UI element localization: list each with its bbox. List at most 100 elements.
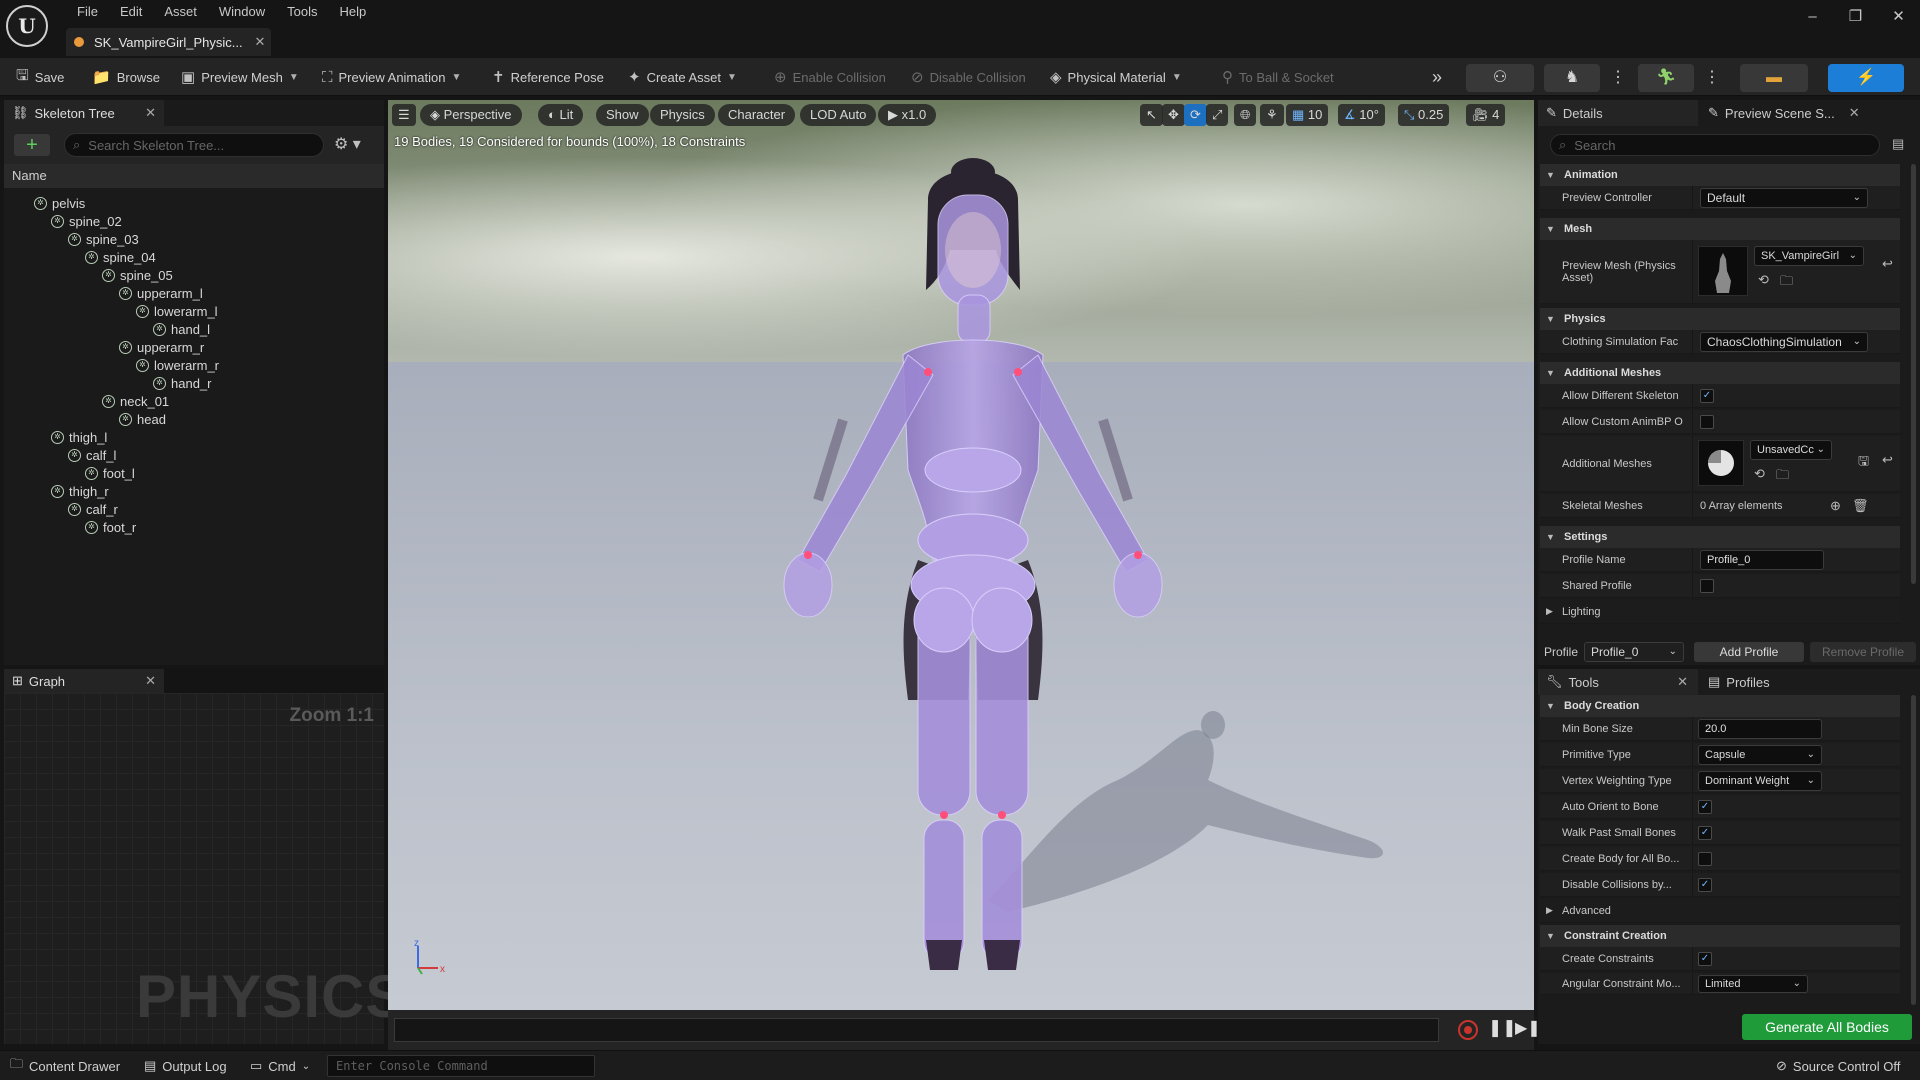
bone-row-thigh-r[interactable]: ✲ thigh_r — [51, 482, 109, 500]
menu-asset[interactable]: Asset — [153, 4, 208, 20]
additional-meshes-dropdown[interactable]: UnsavedCc ⌄ — [1750, 440, 1832, 460]
auto-orient-checkbox[interactable]: ✓ — [1698, 800, 1712, 814]
skeleton-mode-button[interactable]: ⚇ — [1466, 64, 1534, 92]
preview-mesh-dropdown[interactable]: SK_VampireGirl ⌄ — [1754, 246, 1864, 266]
preview-mesh-button[interactable]: ▣ Preview Mesh ▼ — [181, 58, 299, 96]
animation-mode-menu-button[interactable]: ⋮ — [1704, 58, 1720, 96]
enable-collision-button[interactable]: ⊕ Enable Collision — [774, 58, 886, 96]
bone-row-lowerarm-r[interactable]: ✲ lowerarm_r — [136, 356, 219, 374]
name-column-header[interactable]: Name — [4, 164, 384, 188]
console-command-input[interactable]: Enter Console Command — [327, 1055, 595, 1077]
camera-speed-button[interactable]: 🎥︎ 4 — [1466, 104, 1506, 126]
disable-collisions-checkbox[interactable]: ✓ — [1698, 878, 1712, 892]
bone-row-hand-r[interactable]: ✲ hand_r — [153, 374, 211, 392]
perspective-button[interactable]: ◈ Perspective — [420, 104, 522, 126]
details-scrollbar[interactable] — [1911, 164, 1916, 584]
to-ball-socket-button[interactable]: ⚲ To Ball & Socket — [1222, 58, 1334, 96]
play-speed-button[interactable]: ▶ x1.0 — [878, 104, 937, 126]
physics-character[interactable] — [728, 140, 1208, 970]
scale-tool-button[interactable]: ⤢ — [1206, 104, 1229, 126]
cmd-dropdown[interactable]: ▭ Cmd ⌄ — [250, 1051, 310, 1080]
angular-constraint-dropdown[interactable]: Limited ⌄ — [1698, 975, 1808, 993]
bone-row-hand-l[interactable]: ✲ hand_l — [153, 320, 210, 338]
gear-icon[interactable]: ⚙ ▾ — [334, 134, 361, 154]
shared-profile-checkbox[interactable] — [1700, 579, 1714, 593]
section-animation[interactable]: ▼ Animation — [1540, 164, 1900, 186]
show-button[interactable]: Show — [596, 104, 649, 126]
section-physics[interactable]: ▼ Physics — [1540, 308, 1900, 330]
viewport[interactable]: ☰ ◈ Perspective ◐ Lit Show Physics Chara… — [388, 100, 1534, 1010]
walk-past-small-bones-checkbox[interactable]: ✓ — [1698, 826, 1712, 840]
bone-row-lowerarm-l[interactable]: ✲ lowerarm_l — [136, 302, 218, 320]
preview-mesh-thumbnail[interactable] — [1698, 246, 1748, 296]
physics-view-button[interactable]: Physics — [650, 104, 715, 126]
profile-dropdown[interactable]: Profile_0 ⌄ — [1584, 642, 1684, 662]
animation-mode-button[interactable]: 🏃︎ — [1638, 64, 1694, 92]
details-search-input[interactable]: ⌕ Search — [1550, 134, 1880, 156]
min-bone-size-input[interactable]: 20.0 — [1698, 719, 1822, 739]
tools-scrollbar[interactable] — [1911, 695, 1916, 1005]
close-panel-icon[interactable]: ✕ — [145, 673, 156, 689]
step-forward-button[interactable]: ▶❚ — [1515, 1018, 1541, 1038]
allow-different-skeleton-checkbox[interactable]: ✓ — [1700, 389, 1714, 403]
menu-help[interactable]: Help — [328, 4, 377, 20]
mesh-mode-menu-button[interactable]: ⋮ — [1610, 58, 1626, 96]
character-button[interactable]: Character — [718, 104, 796, 126]
grid-snap-button[interactable]: ▦ 10 — [1286, 104, 1329, 126]
close-tab-icon[interactable]: ✕ — [1677, 674, 1688, 690]
trash-icon[interactable]: 🗑︎ — [1852, 498, 1869, 514]
restore-button[interactable]: ❐ — [1834, 0, 1877, 34]
physics-mode-button[interactable]: ⚡ — [1828, 64, 1904, 92]
unreal-logo-icon[interactable]: U — [6, 5, 48, 47]
close-panel-icon[interactable]: ✕ — [145, 105, 156, 121]
vertex-weighting-dropdown[interactable]: Dominant Weight ⌄ — [1698, 771, 1822, 791]
lod-button[interactable]: LOD Auto — [800, 104, 877, 126]
blueprint-mode-button[interactable]: ▬ — [1740, 64, 1808, 92]
rotate-tool-button[interactable]: ⟳ — [1184, 104, 1207, 126]
generate-all-bodies-button[interactable]: Generate All Bodies — [1742, 1014, 1912, 1040]
remove-profile-button[interactable]: Remove Profile — [1810, 642, 1916, 662]
minimize-button[interactable]: – — [1791, 0, 1834, 34]
allow-custom-animbp-checkbox[interactable] — [1700, 415, 1714, 429]
view-options-icon[interactable]: ▤ — [1892, 136, 1904, 152]
viewport-menu-button[interactable]: ☰ — [392, 104, 416, 126]
details-tab[interactable]: ✎ Details — [1538, 100, 1698, 126]
section-body-creation[interactable]: ▼ Body Creation — [1540, 695, 1900, 717]
bone-row-foot-r[interactable]: ✲ foot_r — [85, 518, 136, 536]
reset-arrow-icon[interactable]: ↩ — [1882, 256, 1893, 272]
use-selected-icon[interactable]: ⟲ — [1758, 272, 1769, 288]
bone-row-foot-l[interactable]: ✲ foot_l — [85, 464, 135, 482]
tools-tab[interactable]: 🔧︎ Tools ✕ — [1538, 669, 1698, 695]
bone-row-spine-05[interactable]: ✲ spine_05 — [102, 266, 173, 284]
asset-tab[interactable]: SK_VampireGirl_Physic... ✕ — [66, 28, 271, 56]
rotation-snap-button[interactable]: ∡ 10° — [1338, 104, 1385, 126]
profiles-tab[interactable]: ▤ Profiles — [1700, 669, 1900, 695]
additional-meshes-thumbnail[interactable] — [1698, 440, 1744, 486]
close-window-button[interactable]: ✕ — [1877, 0, 1920, 34]
reference-pose-button[interactable]: ✝ Reference Pose — [492, 58, 604, 96]
timeline-track[interactable] — [394, 1018, 1439, 1042]
browse-button[interactable]: 📁 Browse — [92, 58, 160, 96]
use-selected-icon[interactable]: ⟲ — [1754, 466, 1765, 482]
bone-row-spine-03[interactable]: ✲ spine_03 — [68, 230, 139, 248]
bone-row-spine-02[interactable]: ✲ spine_02 — [51, 212, 122, 230]
bone-row-pelvis[interactable]: ✲ pelvis — [34, 194, 85, 212]
graph-tab[interactable]: ⊞ Graph ✕ — [4, 669, 164, 693]
close-tab-icon[interactable]: ✕ — [249, 34, 271, 50]
disable-collision-button[interactable]: ⊘ Disable Collision — [911, 58, 1026, 96]
section-settings[interactable]: ▼ Settings — [1540, 526, 1900, 548]
primitive-type-dropdown[interactable]: Capsule ⌄ — [1698, 745, 1822, 765]
bone-row-upperarm-r[interactable]: ✲ upperarm_r — [119, 338, 204, 356]
bone-row-calf-r[interactable]: ✲ calf_r — [68, 500, 118, 518]
coordinate-space-button[interactable]: 🌐︎ — [1234, 104, 1257, 126]
source-control-button[interactable]: ⊘ Source Control Off — [1776, 1051, 1900, 1080]
menu-window[interactable]: Window — [208, 4, 276, 20]
menu-edit[interactable]: Edit — [109, 4, 153, 20]
output-log-button[interactable]: ▤ Output Log — [144, 1051, 227, 1080]
surface-snap-button[interactable]: ⚘ — [1260, 104, 1284, 126]
skeleton-search-input[interactable]: ⌕ Search Skeleton Tree... — [64, 133, 324, 157]
reset-arrow-icon[interactable]: ↩ — [1882, 452, 1893, 468]
bone-row-spine-04[interactable]: ✲ spine_04 — [85, 248, 156, 266]
save-asset-icon[interactable]: 🖫 — [1858, 452, 1869, 474]
add-socket-button[interactable]: + — [14, 134, 50, 156]
